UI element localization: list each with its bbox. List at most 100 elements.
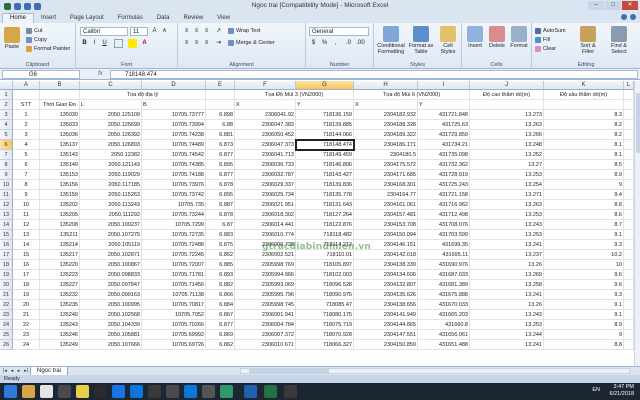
- underline-button[interactable]: U: [100, 39, 109, 48]
- cell[interactable]: 10705.69726: [142, 340, 206, 350]
- cell[interactable]: 6.895: [206, 190, 235, 200]
- row-header[interactable]: 15: [0, 230, 13, 240]
- cell[interactable]: 431708.076: [418, 220, 470, 230]
- hscroll-thumb[interactable]: [249, 369, 329, 373]
- paste-button[interactable]: Paste: [3, 27, 21, 50]
- cell[interactable]: 9.1: [544, 310, 624, 320]
- close-button[interactable]: ✕: [622, 1, 638, 10]
- cell[interactable]: 2050.117185: [80, 180, 142, 190]
- cell[interactable]: 135211: [40, 230, 80, 240]
- cell[interactable]: 7: [13, 170, 40, 180]
- cell[interactable]: 2050.121143: [80, 160, 142, 170]
- row-header[interactable]: 26: [0, 340, 13, 350]
- column-header-i[interactable]: I: [418, 81, 470, 90]
- cell[interactable]: 135137: [40, 140, 80, 150]
- cell[interactable]: X: [354, 100, 418, 110]
- cell[interactable]: 6.895: [206, 160, 235, 170]
- cell[interactable]: 10705.735: [142, 200, 206, 210]
- cell[interactable]: 2306047.373: [235, 140, 296, 150]
- cell[interactable]: 6.885: [206, 260, 235, 270]
- cell[interactable]: 135217: [40, 250, 80, 260]
- select-all-corner[interactable]: [0, 81, 13, 90]
- row-header[interactable]: 9: [0, 170, 13, 180]
- cell[interactable]: [624, 310, 634, 320]
- cell[interactable]: 6.882: [206, 280, 235, 290]
- cell[interactable]: [624, 330, 634, 340]
- cell[interactable]: [544, 100, 624, 110]
- cell[interactable]: 6.867: [206, 310, 235, 320]
- cell[interactable]: 431665.203: [418, 310, 470, 320]
- tab-data[interactable]: Data: [150, 14, 177, 23]
- cell[interactable]: 135205: [40, 210, 80, 220]
- cell[interactable]: 2304161.061: [354, 200, 418, 210]
- cell[interactable]: 4: [13, 140, 40, 150]
- cell[interactable]: 2306010.774: [235, 230, 296, 240]
- column-header-a[interactable]: A: [13, 81, 40, 90]
- column-header-f[interactable]: F: [235, 81, 296, 90]
- excel-taskbar-icon[interactable]: [264, 385, 277, 398]
- cell[interactable]: 2050.107275: [80, 230, 142, 240]
- cell[interactable]: 718102.003: [296, 270, 354, 280]
- delete-button[interactable]: Delete: [487, 26, 507, 49]
- cell[interactable]: 10705.73994: [142, 120, 206, 130]
- cell[interactable]: [624, 110, 634, 120]
- cell[interactable]: 431728.919: [418, 170, 470, 180]
- cell[interactable]: [206, 90, 235, 100]
- cell[interactable]: 10705.69992: [142, 330, 206, 340]
- cell[interactable]: 718139.836: [296, 180, 354, 190]
- cell[interactable]: 15: [13, 250, 40, 260]
- cell[interactable]: 13.241: [470, 240, 544, 250]
- row-header[interactable]: 6: [0, 140, 13, 150]
- cell[interactable]: 6: [13, 160, 40, 170]
- format-button[interactable]: Format: [509, 26, 529, 49]
- cell[interactable]: 2: [13, 120, 40, 130]
- cell[interactable]: 135235: [40, 300, 80, 310]
- cell[interactable]: 2050.104339: [80, 320, 142, 330]
- cell[interactable]: 2306025.734: [235, 190, 296, 200]
- column-header-h[interactable]: H: [354, 81, 418, 90]
- row-header[interactable]: 24: [0, 320, 13, 330]
- number-format-select[interactable]: General: [309, 27, 369, 36]
- cell[interactable]: 13.241: [470, 290, 544, 300]
- app-icon[interactable]: [244, 385, 257, 398]
- cell[interactable]: 9.6: [544, 280, 624, 290]
- row-header[interactable]: 4: [0, 120, 13, 130]
- cell[interactable]: 431695.11: [418, 250, 470, 260]
- column-header-j[interactable]: J: [470, 81, 544, 90]
- cell[interactable]: [470, 100, 544, 110]
- cell[interactable]: 10705.72488: [142, 240, 206, 250]
- cell[interactable]: 10705.71456: [142, 280, 206, 290]
- cell[interactable]: 6.893: [206, 270, 235, 280]
- cell[interactable]: 431690.976: [418, 260, 470, 270]
- cell[interactable]: 10705.74489: [142, 140, 206, 150]
- cell[interactable]: 2304147.551: [354, 330, 418, 340]
- cell-styles-button[interactable]: Cell Styles: [436, 26, 460, 55]
- cell[interactable]: 2050.125109: [80, 110, 142, 120]
- cell[interactable]: [624, 220, 634, 230]
- cell[interactable]: [624, 340, 634, 350]
- cell[interactable]: 135243: [40, 320, 80, 330]
- cell[interactable]: [624, 280, 634, 290]
- cut-button[interactable]: Cut: [26, 28, 43, 34]
- cell[interactable]: 2304180.5: [354, 150, 418, 160]
- cell[interactable]: 718135.778: [296, 190, 354, 200]
- indent-icon[interactable]: ⇥: [214, 39, 223, 48]
- row-header[interactable]: 3: [0, 110, 13, 120]
- cell[interactable]: 718066.327: [296, 340, 354, 350]
- cell[interactable]: 13.254: [470, 180, 544, 190]
- format-painter-button[interactable]: Format Painter: [26, 46, 70, 52]
- row-header[interactable]: 12: [0, 200, 13, 210]
- help-icon[interactable]: [621, 14, 627, 20]
- cell[interactable]: 13.258: [470, 280, 544, 290]
- cell[interactable]: 6.877: [206, 320, 235, 330]
- cell[interactable]: 6.869: [206, 330, 235, 340]
- app-icon[interactable]: [220, 385, 233, 398]
- font-name-select[interactable]: Calibri: [80, 27, 128, 36]
- cell[interactable]: 2050.115263: [80, 190, 142, 200]
- cell[interactable]: 6.878: [206, 180, 235, 190]
- cell[interactable]: STT: [13, 100, 40, 110]
- cell[interactable]: 2304171.685: [354, 170, 418, 180]
- cell[interactable]: 10705.73976: [142, 180, 206, 190]
- cell[interactable]: 2304141.949: [354, 310, 418, 320]
- row-header[interactable]: 22: [0, 300, 13, 310]
